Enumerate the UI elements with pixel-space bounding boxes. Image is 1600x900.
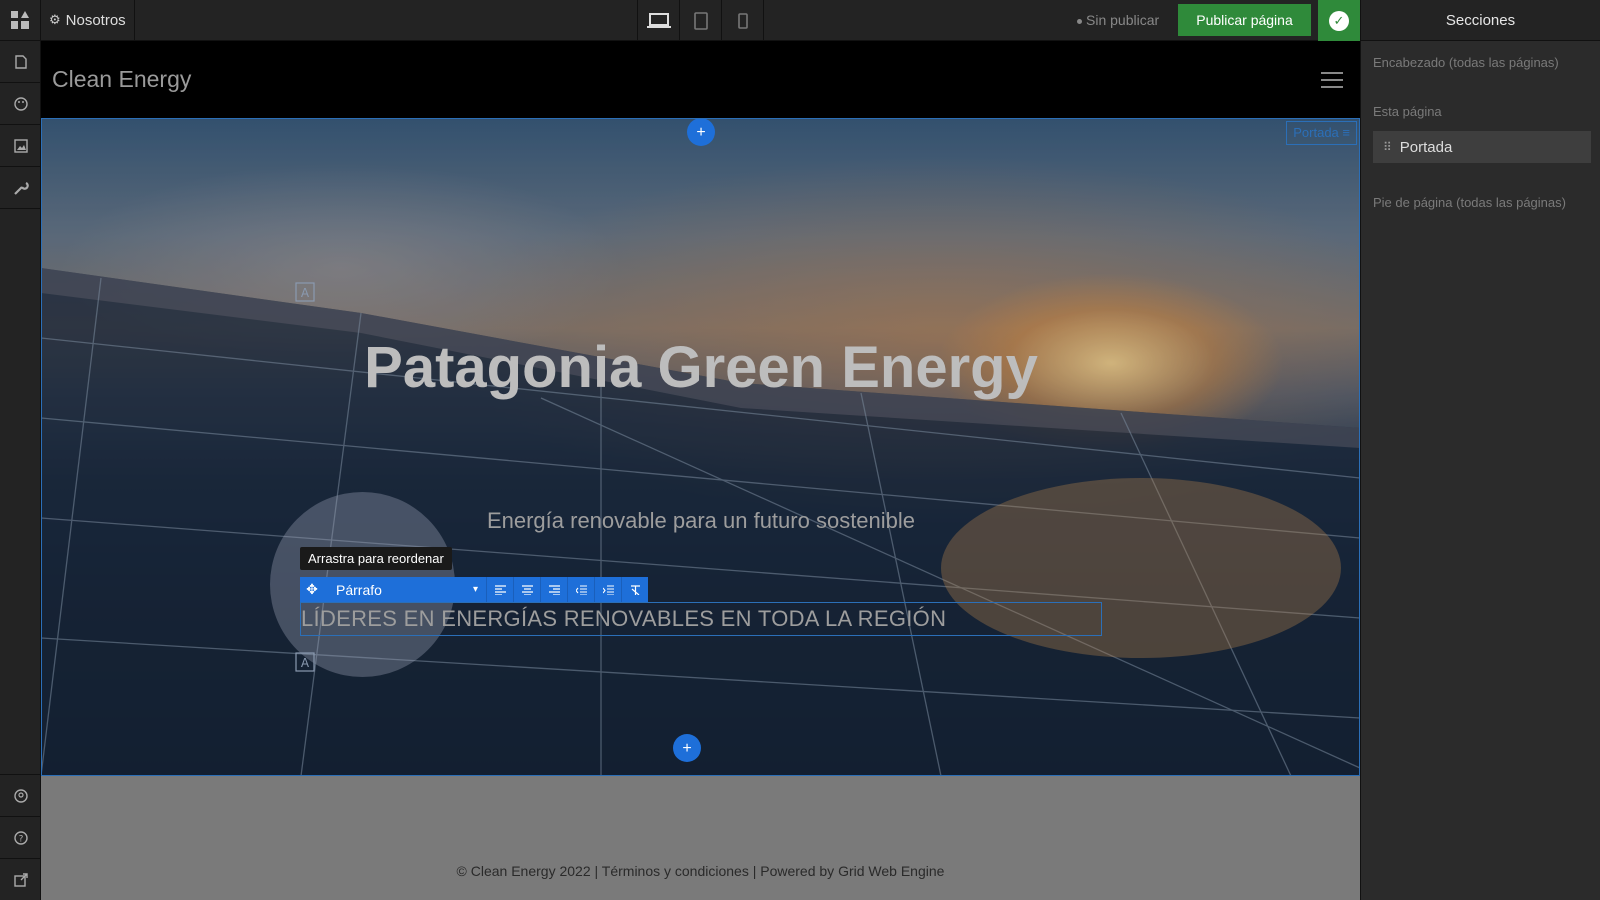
gear-icon: ⚙ <box>49 12 61 27</box>
mobile-view-button[interactable] <box>722 0 764 41</box>
chevron-down-icon: ▾ <box>472 584 478 595</box>
align-center-icon <box>521 584 533 595</box>
desktop-view-button[interactable] <box>638 0 680 41</box>
drag-tooltip: Arrastra para reordenar <box>300 547 452 570</box>
app-logo-icon[interactable] <box>0 0 41 41</box>
clear-format-button[interactable] <box>621 577 648 602</box>
block-type-label: Párrafo <box>336 581 382 598</box>
footer-sections-label[interactable]: Pie de página (todas las páginas) <box>1361 195 1566 210</box>
svg-text:A: A <box>301 656 310 670</box>
menu-icon[interactable] <box>1321 72 1343 93</box>
hero-section[interactable]: Portada ≡ + A Patagonia Green Energy Ene… <box>41 118 1360 776</box>
hero-subtitle[interactable]: Energía renovable para un futuro sosteni… <box>341 508 1061 534</box>
desktop-icon <box>646 12 671 28</box>
tablet-icon <box>693 11 708 30</box>
media-button[interactable] <box>0 125 41 167</box>
add-section-above-button[interactable]: + <box>687 118 715 146</box>
align-center-button[interactable] <box>513 577 540 602</box>
block-type-select[interactable]: Párrafo ▾ <box>324 577 486 602</box>
publish-status: Sin publicar <box>1077 12 1159 28</box>
text-format-toolbar: ✥ Párrafo ▾ <box>300 577 648 602</box>
hero-paragraph[interactable]: LÍDERES EN ENERGÍAS RENOVABLES EN TODA L… <box>301 606 946 632</box>
section-item-portada[interactable]: ⠿ Portada <box>1373 131 1591 163</box>
page-icon <box>14 54 27 69</box>
design-button[interactable] <box>0 83 41 125</box>
wrench-icon <box>13 181 29 195</box>
help-icon: ? <box>13 830 28 845</box>
align-left-button[interactable] <box>486 577 513 602</box>
confirm-button[interactable]: ✓ <box>1318 0 1360 41</box>
align-right-button[interactable] <box>540 577 567 602</box>
palette-icon <box>13 96 28 111</box>
publish-button[interactable]: Publicar página <box>1178 4 1311 36</box>
add-section-below-button[interactable]: + <box>673 734 701 762</box>
external-link-icon <box>13 872 28 887</box>
page-selector[interactable]: ⚙ Nosotros <box>41 0 135 41</box>
mobile-icon <box>737 12 748 29</box>
svg-text:A: A <box>301 286 310 300</box>
tools-button[interactable] <box>0 167 41 209</box>
help-button[interactable]: ? <box>0 816 41 858</box>
align-left-icon <box>494 584 506 595</box>
sections-panel: Secciones Encabezado (todas las páginas)… <box>1360 0 1600 900</box>
image-icon <box>13 138 28 153</box>
account-button[interactable] <box>0 774 41 816</box>
section-tag-label: Portada <box>1293 125 1339 140</box>
text-element-icon[interactable]: A <box>294 281 316 303</box>
pages-button[interactable] <box>0 41 41 83</box>
external-link-button[interactable] <box>0 858 41 900</box>
section-tag[interactable]: Portada ≡ <box>1286 121 1357 145</box>
indent-button[interactable] <box>594 577 621 602</box>
svg-text:?: ? <box>18 834 23 844</box>
site-footer[interactable]: © Clean Energy 2022 | Términos y condici… <box>41 776 1360 900</box>
drag-dots-icon[interactable]: ⠿ <box>1383 140 1392 154</box>
this-page-label: Esta página <box>1373 104 1442 119</box>
site-header[interactable]: Clean Energy <box>41 41 1360 118</box>
hero-overlay <box>41 118 1360 776</box>
check-icon: ✓ <box>1329 10 1349 31</box>
clear-format-icon <box>630 584 640 595</box>
user-circle-icon <box>13 788 28 803</box>
outdent-button[interactable] <box>567 577 594 602</box>
text-element-icon[interactable]: A <box>294 651 316 673</box>
hero-title[interactable]: Patagonia Green Energy <box>341 328 1061 408</box>
drag-handle-icon[interactable]: ✥ <box>300 577 324 602</box>
page-canvas: Clean Energy Portada ≡ + A Patagonia Gre… <box>41 41 1360 900</box>
left-toolbar: ? <box>0 41 41 900</box>
site-logo[interactable]: Clean Energy <box>52 66 191 93</box>
indent-icon <box>602 584 614 595</box>
align-right-icon <box>548 584 560 595</box>
sections-panel-title: Secciones <box>1361 0 1600 41</box>
status-text: Sin publicar <box>1086 12 1160 28</box>
page-name-label: Nosotros <box>65 11 126 29</box>
section-item-label: Portada <box>1399 138 1453 156</box>
outdent-icon <box>575 584 587 595</box>
footer-text: © Clean Energy 2022 | Términos y condici… <box>456 863 945 879</box>
header-sections-label[interactable]: Encabezado (todas las páginas) <box>1361 55 1559 70</box>
tablet-view-button[interactable] <box>680 0 722 41</box>
device-switcher <box>637 0 764 41</box>
